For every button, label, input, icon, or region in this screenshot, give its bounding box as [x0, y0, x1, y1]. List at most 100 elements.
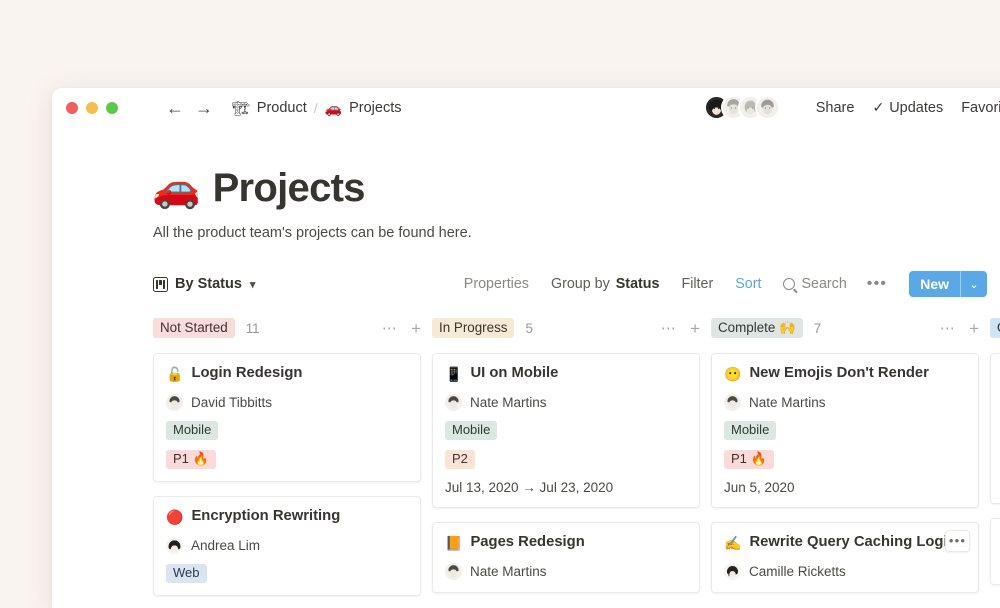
construction-icon: 🏗 [232, 99, 250, 116]
search-button[interactable]: Search [783, 276, 847, 292]
sort-button[interactable]: Sort [735, 276, 761, 292]
card-date: Jul 13, 2020 → Jul 23, 2020 [445, 479, 614, 495]
card-tags: Web [166, 554, 408, 583]
avatar-stack[interactable] [703, 95, 780, 120]
card-title-text: UI on Mobile [470, 365, 559, 381]
card-tags: Mobile [724, 411, 966, 440]
avatar [724, 562, 741, 580]
close-window-button[interactable] [66, 101, 78, 114]
card-assignee-name: Nate Martins [749, 394, 826, 410]
card-tags: P1 🔥 [166, 440, 408, 469]
view-toolbar: By Status ▾ Properties Group by Status F… [52, 241, 1000, 297]
card-tags: P2 [445, 440, 687, 469]
board-card[interactable]: 📱 UI on Mobile Nate Martins Mobile P2 Ju… [432, 353, 700, 508]
card-tag[interactable]: Web [166, 563, 207, 583]
card-title-text: Pages Redesign [470, 533, 585, 550]
card-tag[interactable]: Mobile [724, 420, 777, 440]
board-card[interactable]: 🔴 Encryption Rewriting Andrea Lim Web [153, 495, 421, 596]
favorite-label: Favorite [961, 99, 1000, 116]
avatar [724, 393, 741, 411]
card-assignee-name: Nate Martins [470, 563, 547, 579]
page-title-text[interactable]: Projects [213, 166, 366, 211]
column-count: 7 [813, 320, 822, 336]
forward-arrow-icon[interactable]: → [195, 99, 213, 117]
column-more-icon[interactable]: ⋯ [382, 321, 398, 336]
board-view-icon [153, 276, 168, 292]
card-tag[interactable]: Mobile [445, 420, 498, 440]
board-column-not-started: Not Started 11 ⋯ + 🔓 Login Redesign Davi… [153, 317, 432, 608]
column-count: 11 [245, 320, 260, 336]
card-title: 📱 UI on Mobile [445, 365, 687, 383]
status-badge[interactable]: In Progress [432, 318, 515, 338]
add-card-icon[interactable]: + [690, 320, 700, 337]
updates-button[interactable]: ✓ Updates [872, 99, 943, 116]
orange-book-icon: 📙 [445, 534, 463, 551]
breadcrumb-item-product[interactable]: 🏗 Product [232, 100, 307, 116]
add-card-icon[interactable]: + [969, 320, 979, 337]
status-badge[interactable]: Not Started [153, 318, 235, 338]
board-card[interactable]: 🟢 [990, 353, 1000, 504]
sort-label: Sort [735, 276, 762, 292]
chevron-down-icon[interactable]: ▾ [250, 278, 256, 291]
column-more-icon[interactable]: ⋯ [940, 321, 956, 336]
column-actions: ⋯ + [382, 320, 421, 337]
board-column-complete: Complete 🙌 7 ⋯ + 😶 New Emojis Don't Rend… [711, 317, 990, 608]
card-title: 🔴 Encryption Rewriting [166, 508, 408, 526]
car-icon: 🚗 [324, 99, 343, 116]
card-title-text: Login Redesign [191, 365, 303, 381]
red-circle-icon: 🔴 [166, 508, 184, 525]
search-label: Search [801, 276, 847, 292]
properties-button[interactable]: Properties [464, 276, 529, 292]
app-window: ← → 🏗 Product / 🚗 Projects Share ✓ Updat… [52, 88, 1000, 608]
new-button-dropdown-icon[interactable]: ⌄ [960, 271, 987, 297]
status-badge[interactable]: Complete 🙌 [711, 318, 803, 338]
breadcrumb: 🏗 Product / 🚗 Projects [232, 100, 401, 116]
traffic-lights [66, 101, 118, 114]
avatar [166, 393, 183, 411]
group-by-value: Status [615, 276, 660, 292]
group-by-button[interactable]: Group by Status [551, 276, 660, 292]
card-tag[interactable]: Mobile [166, 420, 219, 440]
card-tag[interactable]: P1 🔥 [166, 449, 216, 469]
board-card[interactable]: 🔓 Login Redesign David Tibbitts Mobile P… [153, 353, 421, 482]
page-description: All the product team's projects can be f… [153, 225, 472, 241]
column-more-icon[interactable]: ⋯ [661, 321, 677, 336]
board-card[interactable]: 😶 New Emojis Don't Render Nate Martins M… [711, 353, 979, 508]
new-button[interactable]: New ⌄ [909, 271, 987, 297]
add-card-icon[interactable]: + [411, 320, 421, 337]
group-by-prefix: Group by [550, 276, 610, 292]
minimize-window-button[interactable] [86, 101, 98, 114]
breadcrumb-projects-label: Projects [349, 99, 402, 116]
favorite-button[interactable]: Favorite [961, 100, 1000, 116]
card-assignee: Nate Martins [724, 393, 966, 411]
writing-hand-icon: ✍️ [724, 534, 742, 551]
filter-button[interactable]: Filter [681, 276, 713, 292]
card-tags: Mobile [445, 411, 687, 440]
share-button[interactable]: Share [816, 100, 855, 116]
column-header: Not Started 11 ⋯ + [153, 317, 421, 339]
status-badge[interactable]: Q [990, 318, 1000, 338]
card-tag[interactable]: P1 🔥 [724, 449, 774, 469]
board-card[interactable]: ✍️ [990, 518, 1000, 585]
view-tab-by-status[interactable]: By Status ▾ [153, 276, 255, 292]
board-card[interactable]: 📙 Pages Redesign Nate Martins [432, 521, 700, 593]
maximize-window-button[interactable] [106, 101, 118, 114]
card-assignee-name: David Tibbitts [191, 394, 273, 410]
board-card[interactable]: ✍️ Rewrite Query Caching Logic ••• Camil… [711, 521, 979, 593]
card-title-text: New Emojis Don't Render [749, 365, 929, 381]
breadcrumb-item-projects[interactable]: 🚗 Projects [325, 100, 402, 116]
share-label: Share [815, 99, 855, 116]
card-more-icon[interactable]: ••• [945, 529, 970, 552]
avatar[interactable] [754, 95, 780, 120]
card-assignee: Andrea Lim [166, 536, 408, 554]
sidebar-toggle-icon[interactable] [134, 99, 152, 117]
car-icon[interactable]: 🚗 [152, 169, 201, 208]
card-tag[interactable]: P2 [445, 449, 475, 469]
back-arrow-icon[interactable]: ← [166, 99, 184, 117]
card-assignee-name: Nate Martins [470, 394, 547, 410]
column-header: Complete 🙌 7 ⋯ + [711, 317, 979, 339]
card-assignee-name: Camille Ricketts [749, 563, 846, 579]
toolbar-more-icon[interactable]: ••• [867, 275, 887, 293]
column-header: Q ⋯ + [990, 317, 1000, 339]
column-header: In Progress 5 ⋯ + [432, 317, 700, 339]
